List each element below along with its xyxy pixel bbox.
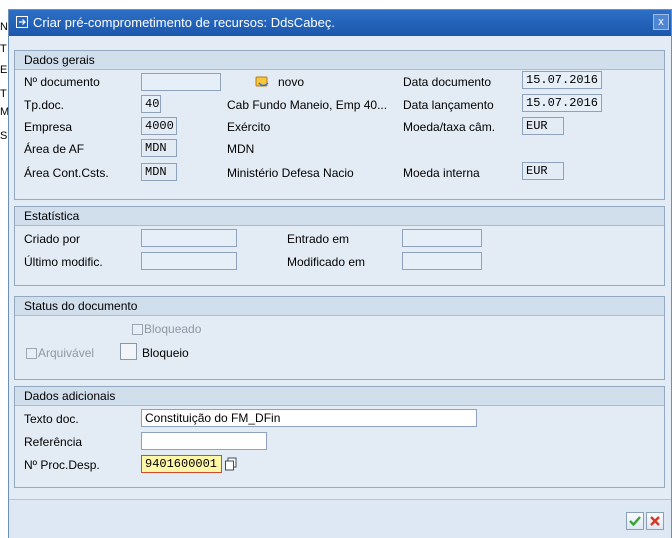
dialog-button-bar bbox=[9, 499, 671, 538]
close-button[interactable]: x bbox=[653, 14, 669, 30]
n-proc-desp-label: Nº Proc.Desp. bbox=[24, 458, 100, 472]
criado-por-field[interactable] bbox=[141, 229, 237, 247]
close-icon: x bbox=[658, 16, 664, 28]
moeda-taxa-field[interactable]: EUR bbox=[522, 117, 564, 135]
tp-doc-label: Tp.doc. bbox=[24, 98, 65, 112]
entrado-em-field[interactable] bbox=[402, 229, 482, 247]
area-af-field[interactable]: MDN bbox=[141, 139, 177, 157]
data-lancamento-label: Data lançamento bbox=[403, 98, 494, 112]
tp-doc-description: Cab Fundo Maneio, Emp 40... bbox=[227, 98, 388, 112]
ultimo-modific-field[interactable] bbox=[141, 252, 237, 270]
bloqueado-checkbox[interactable] bbox=[132, 324, 143, 335]
arquivavel-checkbox[interactable] bbox=[26, 348, 37, 359]
empresa-field[interactable]: 4000 bbox=[141, 117, 177, 135]
bloqueio-label: Bloqueio bbox=[142, 346, 189, 360]
area-cont-csts-description: Ministério Defesa Nacio bbox=[227, 166, 354, 180]
cancel-x-icon bbox=[650, 516, 660, 526]
modificado-em-field[interactable] bbox=[402, 252, 482, 270]
dialog-title: Criar pré-comprometimento de recursos: D… bbox=[33, 15, 335, 30]
dialog-titlebar[interactable]: Criar pré-comprometimento de recursos: D… bbox=[9, 10, 671, 36]
window-icon bbox=[16, 16, 28, 28]
n-proc-desp-field[interactable]: 9401600001 bbox=[141, 455, 222, 473]
data-documento-field[interactable]: 15.07.2016 bbox=[522, 71, 602, 89]
bloqueio-checkbox[interactable] bbox=[120, 343, 137, 360]
criado-por-label: Criado por bbox=[24, 232, 81, 246]
background-char: N bbox=[0, 21, 8, 33]
tp-doc-field[interactable]: 40 bbox=[141, 95, 161, 113]
checkmark-icon bbox=[629, 516, 641, 527]
texto-doc-field[interactable]: Constituição do FM_DFin bbox=[141, 409, 477, 427]
group-dados-adicionais: Dados adicionais Texto doc. Constituição… bbox=[14, 386, 665, 488]
background-char: T bbox=[0, 88, 7, 100]
confirm-button[interactable] bbox=[626, 512, 644, 530]
referencia-label: Referência bbox=[24, 435, 83, 449]
area-cont-csts-label: Área Cont.Csts. bbox=[24, 166, 109, 180]
background-app-strip bbox=[0, 0, 8, 538]
bloqueado-label: Bloqueado bbox=[144, 322, 202, 336]
group-dados-gerais: Dados gerais Nº documento novo Data docu… bbox=[14, 50, 665, 200]
group-estatistica: Estatística Criado por Entrado em Último… bbox=[14, 206, 665, 286]
exercicio-label: Exército bbox=[227, 120, 271, 134]
group-title: Estatística bbox=[15, 207, 664, 226]
area-af-description: MDN bbox=[227, 142, 255, 156]
moeda-interna-label: Moeda interna bbox=[403, 166, 480, 180]
moeda-taxa-label: Moeda/taxa câm. bbox=[403, 120, 496, 134]
create-precommitment-dialog: Criar pré-comprometimento de recursos: D… bbox=[8, 9, 672, 538]
data-lancamento-field[interactable]: 15.07.2016 bbox=[522, 94, 602, 112]
ultimo-modific-label: Último modific. bbox=[24, 255, 103, 269]
entrado-em-label: Entrado em bbox=[287, 232, 350, 246]
area-af-label: Área de AF bbox=[24, 142, 85, 156]
copy-icon[interactable] bbox=[224, 457, 238, 471]
group-title: Status do documento bbox=[15, 297, 664, 316]
empresa-label: Empresa bbox=[24, 120, 73, 134]
background-char: E bbox=[0, 64, 8, 76]
group-title: Dados adicionais bbox=[15, 387, 664, 406]
moeda-interna-field[interactable]: EUR bbox=[522, 162, 564, 180]
group-status-documento: Status do documento Bloqueado Arquivável… bbox=[14, 296, 665, 380]
texto-doc-label: Texto doc. bbox=[24, 412, 79, 426]
background-char: T bbox=[0, 43, 7, 55]
data-documento-label: Data documento bbox=[403, 75, 492, 89]
new-document-icon bbox=[255, 76, 269, 87]
referencia-field[interactable] bbox=[141, 432, 267, 450]
arquivavel-label: Arquivável bbox=[38, 346, 95, 360]
novo-label: novo bbox=[278, 75, 305, 89]
area-cont-csts-field[interactable]: MDN bbox=[141, 163, 177, 181]
n-documento-label: Nº documento bbox=[24, 75, 100, 89]
n-documento-field[interactable] bbox=[141, 73, 221, 91]
cancel-button[interactable] bbox=[646, 512, 664, 530]
modificado-em-label: Modificado em bbox=[287, 255, 366, 269]
background-char: S bbox=[0, 130, 8, 142]
group-title: Dados gerais bbox=[15, 51, 664, 70]
